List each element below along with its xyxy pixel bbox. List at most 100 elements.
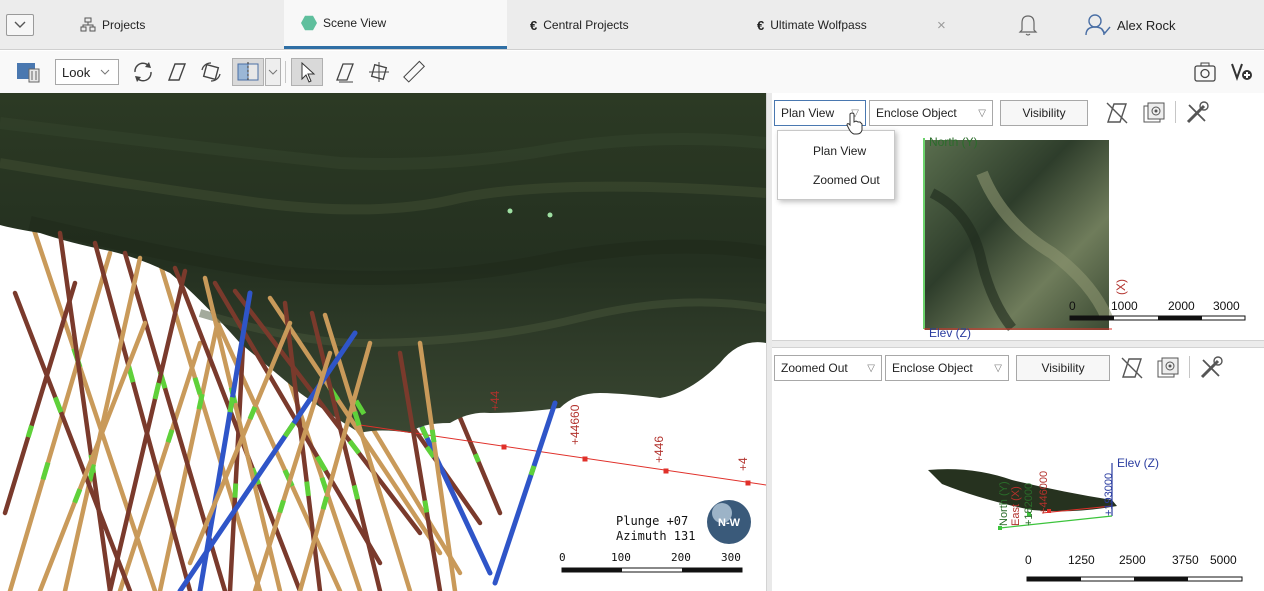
view-select-value: Plan View	[781, 106, 835, 120]
assay-interval	[419, 425, 430, 440]
horizontal-splitter[interactable]	[772, 340, 1264, 348]
user-menu[interactable]: Alex Rock	[1085, 0, 1176, 50]
assay-interval	[351, 484, 360, 500]
rotate-plane-button[interactable]	[196, 58, 226, 86]
plane-tool-button[interactable]	[1117, 354, 1147, 382]
projects-icon	[80, 17, 96, 32]
look-select[interactable]: Look	[55, 59, 119, 85]
scene-hex-icon	[301, 15, 317, 31]
assay-interval	[247, 406, 258, 420]
drillhole[interactable]	[2, 280, 78, 516]
view-box-icon	[1143, 102, 1165, 123]
tools-button[interactable]	[1182, 99, 1212, 127]
drillhole[interactable]	[492, 400, 558, 586]
menu-item-plan-view[interactable]: Plan View	[813, 144, 866, 158]
assay-interval	[192, 377, 203, 395]
slice-mode-button[interactable]	[232, 58, 264, 86]
toolbar-divider	[1175, 101, 1176, 123]
scale-tick: 100	[611, 551, 631, 564]
draw-plane-button[interactable]	[162, 58, 192, 86]
tab-central-projects[interactable]: € Central Projects	[530, 0, 629, 50]
scene-3d-viewport[interactable]: N-W +44 +44660 +446 +4 Plunge +07 Azimut…	[0, 93, 766, 591]
aerial-image	[925, 140, 1109, 330]
assay-interval	[165, 429, 175, 443]
coord-label: +182000	[1023, 482, 1035, 526]
assay-interval	[196, 393, 205, 410]
rotate-button[interactable]	[128, 58, 158, 86]
collar-point	[547, 212, 553, 218]
enclose-select[interactable]: Enclose Object ▽	[869, 100, 993, 126]
user-icon	[1085, 14, 1111, 36]
menu-item-zoomed-out[interactable]: Zoomed Out	[813, 173, 880, 187]
scale-tick: 1250	[1068, 553, 1095, 567]
tab-list-button[interactable]	[6, 14, 34, 36]
measure-button[interactable]	[398, 58, 428, 86]
view-select[interactable]: Zoomed Out ▽	[774, 355, 882, 381]
scale-tick: 3000	[1213, 299, 1240, 313]
assay-interval	[152, 382, 162, 400]
slice-mode-dropdown[interactable]	[265, 58, 281, 86]
cursor-arrow-icon	[301, 61, 316, 83]
tab-label: Projects	[102, 18, 146, 32]
screenshot-button[interactable]	[1190, 58, 1220, 86]
coord-label: +446000	[1038, 470, 1050, 514]
tab-projects[interactable]: Projects	[80, 0, 145, 50]
tab-bar: Projects Scene View € Central Projects €…	[0, 0, 1264, 50]
view-box-icon	[1157, 357, 1179, 378]
tab-ultimate-wolfpass[interactable]: € Ultimate Wolfpass	[757, 0, 867, 50]
tab-close-button[interactable]: ×	[937, 0, 946, 50]
assay-interval	[304, 481, 311, 497]
enclose-select[interactable]: Enclose Object ▽	[885, 355, 1009, 381]
tools-icon	[1200, 356, 1223, 379]
view-settings-button[interactable]	[1153, 354, 1183, 382]
assay-interval	[232, 483, 239, 498]
azimuth-text: Azimuth 131	[616, 529, 696, 543]
view-settings-button[interactable]	[1139, 99, 1169, 127]
grid-label: +44	[488, 390, 502, 411]
clear-scene-icon	[17, 63, 40, 83]
assay-interval	[422, 500, 430, 513]
drillhole[interactable]	[57, 230, 113, 591]
grid-tick-marker	[582, 456, 588, 462]
tools-button[interactable]	[1196, 354, 1226, 382]
zoomed-out-viewport[interactable]: Zoomed Out ▽ Enclose Object ▽ Visibility…	[772, 348, 1264, 591]
share-view-button[interactable]	[1228, 58, 1256, 86]
assay-interval	[528, 465, 537, 476]
visibility-button[interactable]: Visibility	[1000, 100, 1088, 126]
tools-icon	[1186, 101, 1209, 124]
elev-axis-label: Elev (Z)	[929, 326, 971, 340]
scale-tick: 1000	[1111, 299, 1138, 313]
tab-label: Ultimate Wolfpass	[770, 18, 867, 32]
move-plane-button[interactable]	[364, 58, 394, 86]
assay-interval	[25, 424, 34, 438]
scale-tick: 2000	[1168, 299, 1195, 313]
grid-label: +4	[736, 457, 750, 471]
x-axis-label: (X)	[1114, 279, 1128, 295]
central-icon: €	[530, 17, 538, 33]
zoomed-viewport-toolbar: Zoomed Out ▽ Enclose Object ▽ Visibility	[772, 348, 1264, 388]
select-button[interactable]	[291, 58, 323, 86]
grid-tick-marker	[745, 480, 751, 486]
drillhole[interactable]	[37, 320, 148, 591]
camera-icon	[1194, 62, 1216, 82]
chevron-down-icon: ▽	[867, 362, 875, 374]
move-plane-icon	[369, 62, 389, 82]
view-share-icon	[1231, 63, 1252, 81]
assay-interval	[472, 453, 481, 463]
tab-label: Scene View	[323, 16, 387, 30]
assay-interval	[40, 461, 51, 481]
chevron-down-icon: ▽	[994, 362, 1002, 374]
north-axis-label: North (Y)	[929, 135, 978, 149]
notifications-button[interactable]	[1017, 0, 1039, 50]
draw-line-button[interactable]	[330, 58, 360, 86]
plane-tool-button[interactable]	[1102, 99, 1132, 127]
clear-scene-button[interactable]	[14, 58, 44, 86]
tab-label: Central Projects	[543, 18, 629, 32]
scale-tick: 300	[721, 551, 741, 564]
visibility-button[interactable]: Visibility	[1016, 355, 1110, 381]
scale-tick: 0	[559, 551, 566, 564]
user-name: Alex Rock	[1117, 17, 1176, 33]
no-plane-icon	[1106, 102, 1128, 124]
tab-scene-view[interactable]: Scene View	[284, 0, 507, 49]
chevron-down-icon	[14, 21, 26, 28]
